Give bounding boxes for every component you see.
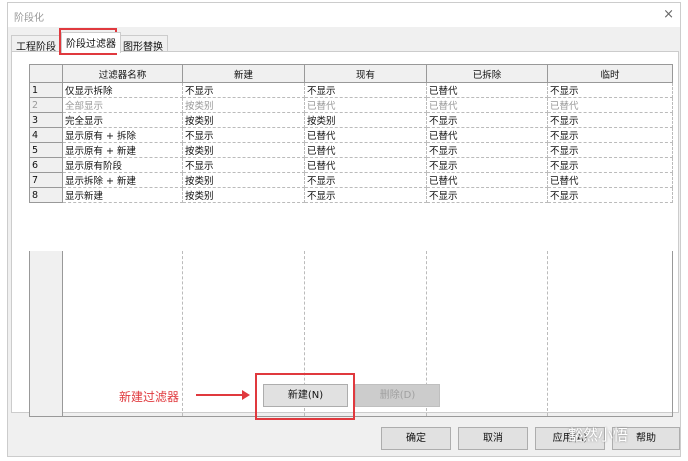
delete-filter-button[interactable]: 删除(D): [355, 384, 440, 407]
row-number[interactable]: 6: [29, 157, 63, 173]
table-cell[interactable]: 不显示: [547, 82, 673, 98]
table-row[interactable]: 3 完全显示 按类别 按类别 不显示 不显示: [29, 112, 673, 128]
table-cell[interactable]: 不显示: [547, 142, 673, 158]
table-cell[interactable]: 已替代: [426, 97, 548, 113]
table-cell[interactable]: 不显示: [304, 172, 427, 188]
table-row[interactable]: 2 全部显示 按类别 已替代 已替代 已替代: [29, 97, 673, 113]
table-cell[interactable]: 按类别: [182, 172, 305, 188]
row-number[interactable]: 3: [29, 112, 63, 128]
table-cell[interactable]: 已替代: [426, 127, 548, 143]
table-cell[interactable]: 显示原有 + 新建: [62, 142, 183, 158]
table-row[interactable]: 4 显示原有 + 拆除 不显示 已替代 已替代 不显示: [29, 127, 673, 143]
highlight-box-new-button: [255, 373, 355, 420]
row-number[interactable]: 8: [29, 187, 63, 203]
table-cell[interactable]: 仅显示拆除: [62, 82, 183, 98]
table-row[interactable]: 6 显示原有阶段 不显示 已替代 不显示 不显示: [29, 157, 673, 173]
table-row[interactable]: 8 显示新建 按类别 不显示 不显示 不显示: [29, 187, 673, 203]
table-cell[interactable]: 显示新建: [62, 187, 183, 203]
table-cell[interactable]: 已替代: [304, 97, 427, 113]
table-cell[interactable]: 不显示: [182, 157, 305, 173]
table-cell[interactable]: 已替代: [304, 157, 427, 173]
table-cell[interactable]: 不显示: [426, 112, 548, 128]
table-cell[interactable]: 不显示: [426, 187, 548, 203]
table-cell[interactable]: 不显示: [304, 187, 427, 203]
table-cell[interactable]: 按类别: [304, 112, 427, 128]
table-row[interactable]: 1 仅显示拆除 不显示 不显示 已替代 不显示: [29, 82, 673, 98]
table-cell[interactable]: 已替代: [547, 172, 673, 188]
close-icon[interactable]: ×: [663, 7, 674, 22]
ok-button[interactable]: 确定: [381, 427, 451, 450]
table-row[interactable]: 7 显示拆除 + 新建 按类别 不显示 已替代 已替代: [29, 172, 673, 188]
row-number[interactable]: 7: [29, 172, 63, 188]
table-cell[interactable]: 显示原有阶段: [62, 157, 183, 173]
table-cell[interactable]: 不显示: [547, 112, 673, 128]
table-cell[interactable]: 按类别: [182, 142, 305, 158]
row-number[interactable]: 1: [29, 82, 63, 98]
table-cell[interactable]: 不显示: [182, 82, 305, 98]
table-cell[interactable]: 不显示: [547, 157, 673, 173]
col-header[interactable]: 过滤器名称: [62, 64, 183, 83]
table-cell[interactable]: 已替代: [304, 142, 427, 158]
table-cell[interactable]: 已替代: [547, 97, 673, 113]
tab-project-phases[interactable]: 工程阶段: [11, 35, 61, 53]
tab-panel: 过滤器名称 新建 现有 已拆除 临时 1 仅显示拆除 不显示 不显示 已替代 不显示 2 全部…: [11, 51, 679, 417]
table-cell[interactable]: 不显示: [547, 187, 673, 203]
table-cell[interactable]: 完全显示: [62, 112, 183, 128]
corner-header: [29, 64, 63, 83]
table-cell[interactable]: 显示拆除 + 新建: [62, 172, 183, 188]
tab-phase-filters[interactable]: 阶段过滤器: [61, 32, 121, 53]
watermark: 豁然小悟: [568, 426, 629, 444]
col-header[interactable]: 临时: [547, 64, 673, 83]
annotation-label: 新建过滤器: [119, 390, 180, 404]
table-cell[interactable]: 不显示: [547, 127, 673, 143]
row-number[interactable]: 5: [29, 142, 63, 158]
col-header[interactable]: 新建: [182, 64, 305, 83]
table-row[interactable]: 5 显示原有 + 新建 按类别 已替代 不显示 不显示: [29, 142, 673, 158]
table-cell[interactable]: 按类别: [182, 187, 305, 203]
table-cell[interactable]: 显示原有 + 拆除: [62, 127, 183, 143]
dialog-title: 阶段化: [8, 3, 680, 27]
row-number[interactable]: 2: [29, 97, 63, 113]
arrow-icon: [196, 390, 250, 400]
table-cell[interactable]: 已替代: [304, 127, 427, 143]
table-cell[interactable]: 已替代: [426, 172, 548, 188]
table-cell[interactable]: 全部显示: [62, 97, 183, 113]
col-header[interactable]: 现有: [304, 64, 427, 83]
table-cell[interactable]: 已替代: [426, 82, 548, 98]
table-cell[interactable]: 不显示: [304, 82, 427, 98]
phase-filter-table: 过滤器名称 新建 现有 已拆除 临时 1 仅显示拆除 不显示 不显示 已替代 不显示 2 全部…: [29, 64, 673, 203]
col-header[interactable]: 已拆除: [426, 64, 548, 83]
table-cell[interactable]: 不显示: [182, 127, 305, 143]
tab-graphic-overrides[interactable]: 图形替换: [118, 35, 168, 53]
table-cell[interactable]: 不显示: [426, 157, 548, 173]
table-cell[interactable]: 不显示: [426, 142, 548, 158]
table-cell[interactable]: 按类别: [182, 97, 305, 113]
table-cell[interactable]: 按类别: [182, 112, 305, 128]
row-number[interactable]: 4: [29, 127, 63, 143]
cancel-button[interactable]: 取消: [458, 427, 528, 450]
